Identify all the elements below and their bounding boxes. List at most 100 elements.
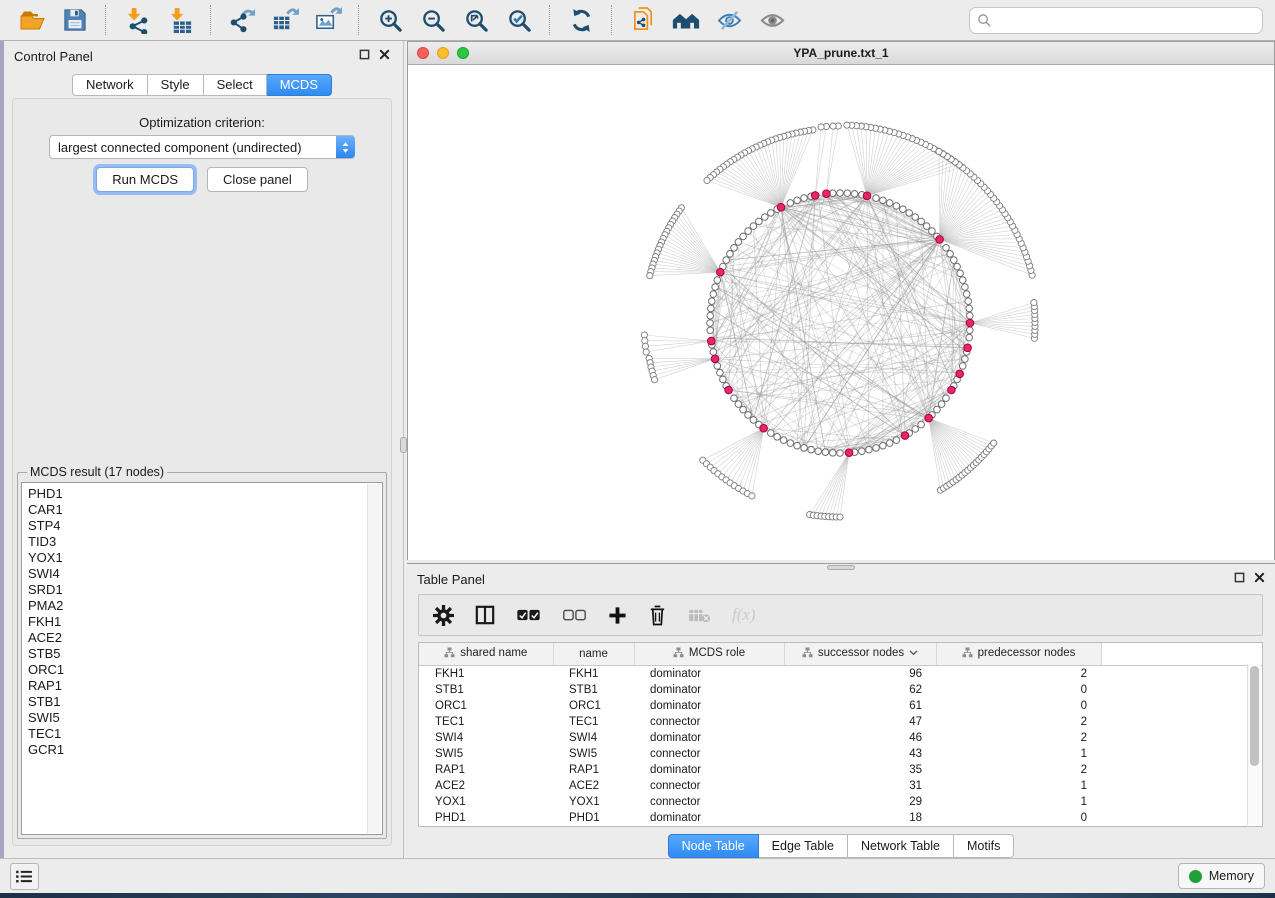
table-cell[interactable]: 35 — [784, 762, 936, 778]
table-cell[interactable]: dominator — [634, 698, 784, 714]
table-cell[interactable]: PHD1 — [553, 810, 634, 826]
table-cell[interactable]: 1 — [936, 794, 1101, 810]
export-network-button[interactable] — [222, 3, 262, 37]
mcds-result-item[interactable]: RAP1 — [28, 678, 382, 694]
tab-network-table[interactable]: Network Table — [848, 834, 954, 858]
table-scrollbar[interactable] — [1247, 664, 1261, 825]
mcds-result-item[interactable]: SWI5 — [28, 710, 382, 726]
table-cell[interactable]: 18 — [784, 810, 936, 826]
table-cell[interactable]: 0 — [936, 698, 1101, 714]
close-panel-icon[interactable] — [1254, 572, 1265, 583]
save-session-button[interactable] — [55, 3, 95, 37]
search-input[interactable] — [997, 12, 1255, 28]
mcds-result-item[interactable]: YOX1 — [28, 550, 382, 566]
zoom-fit-button[interactable] — [456, 3, 496, 37]
mcds-result-item[interactable]: ACE2 — [28, 630, 382, 646]
select-all-columns-button[interactable] — [516, 609, 541, 622]
hide-selected-button[interactable] — [709, 3, 749, 37]
table-cell[interactable]: dominator — [634, 810, 784, 826]
table-cell[interactable]: TEC1 — [419, 714, 553, 730]
table-row[interactable]: SWI4SWI4dominator462 — [419, 730, 1262, 746]
mcds-result-item[interactable]: TID3 — [28, 534, 382, 550]
table-cell[interactable]: SWI5 — [553, 746, 634, 762]
deselect-all-columns-button[interactable] — [562, 609, 587, 622]
tab-edge-table[interactable]: Edge Table — [759, 834, 848, 858]
table-cell[interactable]: YOX1 — [419, 794, 553, 810]
table-cell[interactable]: RAP1 — [419, 762, 553, 778]
network-canvas[interactable] — [408, 65, 1274, 560]
table-cell[interactable]: 47 — [784, 714, 936, 730]
table-cell[interactable]: 43 — [784, 746, 936, 762]
table-cell[interactable]: dominator — [634, 666, 784, 683]
table-row[interactable]: STB1STB1dominator620 — [419, 682, 1262, 698]
table-settings-button[interactable] — [433, 605, 454, 626]
zoom-in-button[interactable] — [370, 3, 410, 37]
criterion-dropdown[interactable]: largest connected component (undirected) — [49, 135, 355, 159]
table-scrollbar-thumb[interactable] — [1250, 666, 1259, 766]
mcds-result-item[interactable]: STB5 — [28, 646, 382, 662]
table-cell[interactable]: ORC1 — [419, 698, 553, 714]
table-cell[interactable]: connector — [634, 778, 784, 794]
import-network-button[interactable] — [117, 3, 157, 37]
table-row[interactable]: RAP1RAP1dominator352 — [419, 762, 1262, 778]
vertical-splitter[interactable] — [400, 41, 407, 858]
column-header-predecessor-nodes[interactable]: predecessor nodes — [936, 643, 1101, 666]
search-field[interactable] — [969, 7, 1263, 34]
table-cell[interactable]: TEC1 — [553, 714, 634, 730]
table-cell[interactable]: 2 — [936, 666, 1101, 683]
table-cell[interactable]: dominator — [634, 730, 784, 746]
import-table-button[interactable] — [160, 3, 200, 37]
table-cell[interactable]: PHD1 — [419, 810, 553, 826]
result-list-scrollbar[interactable] — [367, 484, 381, 833]
table-cell[interactable]: 46 — [784, 730, 936, 746]
table-cell[interactable]: 2 — [936, 762, 1101, 778]
table-cell[interactable]: connector — [634, 794, 784, 810]
table-cell[interactable]: connector — [634, 746, 784, 762]
zoom-selected-button[interactable] — [499, 3, 539, 37]
table-row[interactable]: ORC1ORC1dominator610 — [419, 698, 1262, 714]
table-cell[interactable]: FKH1 — [553, 666, 634, 683]
column-header-name[interactable]: name — [553, 643, 634, 666]
table-cell[interactable]: STB1 — [553, 682, 634, 698]
show-all-button[interactable] — [666, 3, 706, 37]
refresh-button[interactable] — [561, 3, 601, 37]
show-hidden-button[interactable] — [752, 3, 792, 37]
mcds-result-item[interactable]: FKH1 — [28, 614, 382, 630]
clone-network-button[interactable] — [623, 3, 663, 37]
table-row[interactable]: PHD1PHD1dominator180 — [419, 810, 1262, 826]
table-cell[interactable]: RAP1 — [553, 762, 634, 778]
column-header-MCDS-role[interactable]: MCDS role — [634, 643, 784, 666]
table-cell[interactable]: STB1 — [419, 682, 553, 698]
table-row[interactable]: TEC1TEC1connector472 — [419, 714, 1262, 730]
table-cell[interactable]: 61 — [784, 698, 936, 714]
column-header-successor-nodes[interactable]: successor nodes — [784, 643, 936, 666]
table-row[interactable]: YOX1YOX1connector291 — [419, 794, 1262, 810]
close-window-icon[interactable] — [417, 47, 429, 59]
run-mcds-button[interactable]: Run MCDS — [96, 167, 194, 192]
mcds-result-item[interactable]: GCR1 — [28, 742, 382, 758]
float-panel-icon[interactable] — [359, 49, 370, 60]
table-cell[interactable]: 31 — [784, 778, 936, 794]
table-cell[interactable]: 96 — [784, 666, 936, 683]
delete-column-button[interactable] — [648, 605, 667, 626]
show-column-button[interactable] — [475, 605, 495, 625]
mcds-result-item[interactable]: PHD1 — [28, 486, 382, 502]
mcds-result-item[interactable]: SRD1 — [28, 582, 382, 598]
table-cell[interactable]: connector — [634, 714, 784, 730]
tab-network[interactable]: Network — [72, 74, 148, 96]
table-cell[interactable]: dominator — [634, 762, 784, 778]
table-cell[interactable]: 1 — [936, 746, 1101, 762]
minimize-window-icon[interactable] — [437, 47, 449, 59]
table-cell[interactable]: FKH1 — [419, 666, 553, 683]
mcds-result-list[interactable]: PHD1CAR1STP4TID3YOX1SWI4SRD1PMA2FKH1ACE2… — [21, 482, 383, 835]
table-cell[interactable]: 2 — [936, 730, 1101, 746]
table-cell[interactable]: SWI4 — [553, 730, 634, 746]
table-cell[interactable]: ORC1 — [553, 698, 634, 714]
export-image-button[interactable] — [308, 3, 348, 37]
close-panel-button[interactable]: Close panel — [207, 167, 308, 192]
table-row[interactable]: FKH1FKH1dominator962 — [419, 666, 1262, 683]
memory-button[interactable]: Memory — [1178, 863, 1265, 889]
mcds-result-item[interactable]: PMA2 — [28, 598, 382, 614]
mcds-result-item[interactable]: STP4 — [28, 518, 382, 534]
table-row[interactable]: ACE2ACE2connector311 — [419, 778, 1262, 794]
